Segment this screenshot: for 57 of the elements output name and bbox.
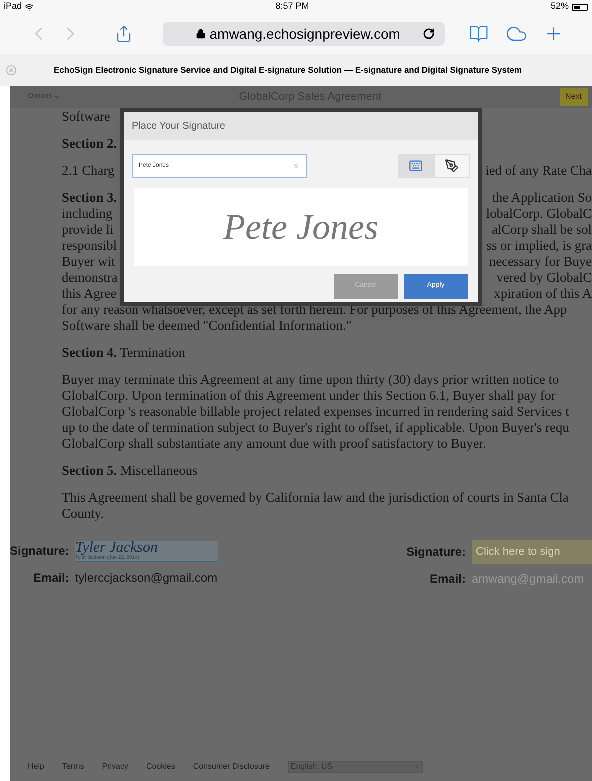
document-text: Software shall be deemed "Confidential Information.": [62, 318, 352, 334]
document-text: GlobalCorp shall substantiate any amount due with proof satisfactory to Buyer.: [62, 436, 486, 452]
footer-link[interactable]: Terms: [62, 761, 84, 773]
document-text: Buyer wit: [62, 254, 116, 270]
draw-mode-button[interactable]: [434, 154, 470, 178]
address-bar[interactable]: amwang.echosignpreview.com: [163, 22, 445, 46]
lock-icon: [196, 29, 206, 39]
document-text: lobalCorp. GlobalC: [486, 206, 592, 222]
document-text: alCorp shall be sol: [492, 222, 592, 238]
email-label: Email:: [428, 571, 466, 588]
dialog-title: Place Your Signature: [132, 120, 226, 134]
footer-link[interactable]: Consumer Disclosure: [193, 761, 270, 773]
signature-preview: Pete Jones: [134, 188, 468, 266]
document-text: up to the date of termination subject to Buyer's right to offset, if applicable. Upon Buyer's requ: [62, 420, 570, 436]
document-text: provide li: [62, 222, 114, 238]
document-text: ss or implied, is gra: [486, 238, 592, 254]
battery-icon: [572, 4, 588, 10]
signature-label: Signature:: [406, 544, 466, 561]
battery-percent: 52%: [550, 0, 569, 14]
clock-time: 8:57 PM: [276, 0, 310, 14]
url-text: amwang.echosignpreview.com: [210, 24, 400, 44]
document-text: GlobalCorp 's reasonable billable project related expenses incurred in rendering said Services t: [62, 404, 570, 420]
document-text: Section 5. Miscellaneous: [62, 463, 198, 479]
email-text: tylerccjackson@gmail.com: [75, 570, 218, 588]
document-text: Section 3.: [62, 190, 118, 206]
document-text: GlobalCorp. Upon termination of this Agreement under this Section 6.1, Buyer shall pay for: [62, 388, 556, 404]
keyboard-icon: [409, 159, 423, 173]
wifi-icon: [25, 2, 34, 12]
next-button[interactable]: Next: [560, 88, 588, 106]
document-text: this Agree: [62, 286, 117, 302]
document-text: responsibl: [62, 238, 118, 254]
document-text: Section 4. Termination: [62, 345, 186, 361]
caret-icon: [54, 94, 62, 100]
email-label: Email:: [32, 570, 70, 588]
share-icon[interactable]: [115, 23, 134, 45]
device-name: iPad: [4, 0, 22, 14]
footer-link[interactable]: Cookies: [146, 761, 176, 773]
document-text: ied of any Rate Cha: [486, 163, 592, 179]
bookmarks-icon[interactable]: [468, 23, 489, 45]
document-text: vered by GlobalC: [496, 270, 592, 286]
document-text: County.: [62, 506, 104, 522]
document-text: Software: [62, 109, 110, 125]
document-text: demonstra: [62, 270, 118, 286]
document-text: 2.1 Charg: [62, 163, 115, 179]
signature-label: Signature:: [10, 543, 70, 560]
footer-link[interactable]: Help: [28, 761, 44, 773]
document-text: the Application So: [492, 190, 592, 206]
document-text: Section 2.: [62, 136, 118, 152]
document-text: xpiration of this A: [494, 286, 592, 302]
document-text: Buyer may terminate this Agreement at any time upon thirty (30) days prior written notice to: [62, 372, 560, 388]
sign-here-button[interactable]: Click here to sign: [472, 540, 592, 564]
document-text: including: [62, 206, 113, 222]
footer-link[interactable]: Privacy: [102, 761, 128, 773]
document-text: This Agreement shall be governed by California law and the jurisdiction of courts in Santa Cla: [62, 490, 569, 506]
document-text: necessary for Buye: [489, 254, 592, 270]
reload-icon[interactable]: [422, 28, 435, 40]
pen-icon: [445, 159, 459, 173]
